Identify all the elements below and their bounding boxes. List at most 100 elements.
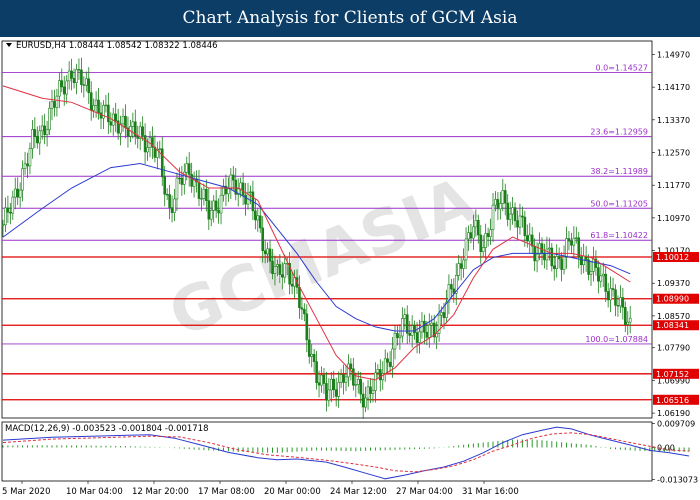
candle-body	[523, 216, 527, 236]
candle-body	[266, 248, 269, 255]
candle-body	[325, 383, 328, 401]
y-tick-label: 1.09370	[657, 279, 690, 288]
candle-body	[307, 339, 311, 357]
candle-body	[256, 215, 260, 221]
candle-body	[67, 70, 71, 82]
candle-body	[229, 174, 233, 190]
candle-body	[40, 125, 44, 132]
candle-body	[278, 264, 282, 275]
candle-body	[423, 320, 426, 333]
candle-body	[359, 379, 363, 395]
candle-body	[616, 305, 620, 307]
y-tick-label: 1.10970	[657, 214, 690, 223]
candle-body	[317, 382, 321, 386]
candle-body	[614, 289, 617, 306]
candle-body	[85, 78, 88, 86]
candle-body	[38, 130, 42, 144]
candle-body	[97, 99, 100, 114]
y-tick-label: 1.13370	[657, 116, 690, 125]
candle-body	[197, 181, 201, 199]
symbol-header: EURUSD,H4 1.08444 1.08542 1.08322 1.0844…	[16, 41, 218, 51]
candle-body	[393, 332, 397, 350]
candle-body	[92, 105, 95, 111]
candle-body	[557, 256, 561, 260]
candle-body	[628, 317, 632, 323]
candle-body	[94, 99, 98, 106]
candle-body	[599, 275, 603, 282]
candle-body	[386, 358, 389, 363]
candle-body	[263, 250, 267, 255]
candle-body	[312, 353, 316, 362]
candle-body	[481, 247, 485, 252]
candle-body	[190, 174, 193, 187]
candle-body	[476, 219, 480, 236]
candle-body	[486, 233, 490, 238]
candle-body	[334, 389, 338, 397]
candle-body	[249, 191, 252, 193]
candle-body	[121, 115, 125, 125]
candle-body	[4, 207, 7, 226]
candle-body	[450, 284, 453, 290]
candle-body	[378, 369, 382, 381]
candle-body	[604, 273, 608, 292]
y-tick-label: 1.14170	[657, 83, 690, 92]
candle-body	[611, 288, 615, 291]
candle-body	[320, 374, 323, 386]
candle-body	[62, 86, 66, 95]
level-label: 1.10012	[656, 253, 689, 262]
candle-body	[18, 189, 22, 198]
candle-body	[621, 297, 625, 308]
candle-body	[516, 220, 519, 228]
candle-body	[45, 129, 49, 135]
candle-body	[298, 287, 301, 309]
candle-body	[459, 263, 463, 269]
candle-body	[217, 210, 220, 214]
candle-body	[405, 314, 409, 334]
candle-body	[300, 307, 304, 310]
candle-body	[124, 115, 127, 129]
candle-body	[623, 307, 627, 325]
candle-body	[352, 368, 355, 386]
candle-body	[354, 384, 358, 386]
y-tick-label: 1.08570	[657, 312, 690, 321]
candle-body	[467, 232, 470, 240]
candle-body	[107, 104, 110, 123]
candle-body	[43, 125, 46, 135]
fib-level-label: 38.2=1.11989	[590, 167, 648, 176]
candle-body	[70, 70, 73, 79]
candle-body	[491, 204, 495, 230]
candle-body	[577, 237, 581, 257]
candle-body	[364, 397, 367, 408]
candle-body	[168, 194, 171, 208]
candle-body	[415, 332, 419, 343]
candle-body	[489, 229, 492, 238]
candle-body	[425, 331, 429, 338]
candle-body	[555, 256, 559, 269]
candle-body	[72, 77, 76, 84]
candle-body	[212, 200, 215, 211]
candle-body	[322, 374, 326, 384]
candle-body	[1, 224, 5, 226]
candle-body	[33, 129, 37, 137]
candle-body	[160, 148, 164, 178]
x-tick-label: 20 Mar 00:00	[264, 487, 321, 497]
candle-body	[494, 199, 497, 206]
candle-body	[525, 235, 529, 242]
candle-body	[227, 188, 230, 195]
candle-body	[371, 390, 375, 394]
candle-body	[35, 136, 39, 144]
candle-body	[574, 237, 578, 239]
candle-body	[89, 92, 93, 111]
candle-body	[6, 207, 10, 213]
candle-body	[65, 80, 68, 95]
candle-body	[109, 121, 113, 126]
candle-body	[58, 80, 61, 97]
candle-body	[136, 135, 140, 139]
candle-body	[579, 256, 583, 266]
candle-body	[77, 69, 81, 71]
candle-body	[565, 238, 568, 258]
candle-body	[11, 196, 15, 214]
candle-body	[337, 381, 340, 397]
candle-body	[165, 193, 169, 196]
candle-body	[521, 215, 524, 218]
